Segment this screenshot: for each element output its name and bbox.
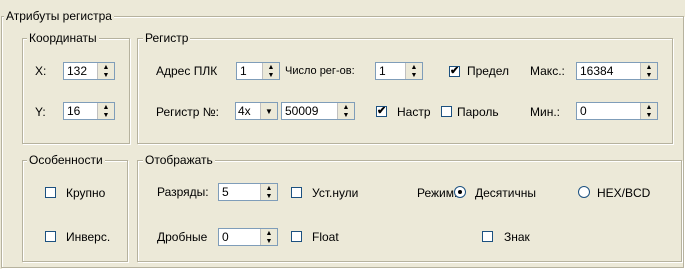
plc-address-value[interactable]: 1 xyxy=(240,64,247,79)
spin-up-icon[interactable]: ▲ xyxy=(641,103,657,111)
register-title: Регистр xyxy=(143,31,191,45)
min-spinbox[interactable]: 0 ▲ ▼ xyxy=(576,102,658,120)
display-group xyxy=(137,160,682,262)
register-group xyxy=(137,38,673,144)
mode-label: Режим: xyxy=(417,186,458,200)
spin-up-icon[interactable]: ▲ xyxy=(261,229,277,237)
features-title: Особенности xyxy=(27,153,105,167)
limit-label[interactable]: Предел xyxy=(467,63,509,79)
reg-no-label: Регистр №: xyxy=(156,105,219,119)
limit-checkbox[interactable]: ✔ xyxy=(449,66,460,77)
spin-up-icon[interactable]: ▲ xyxy=(98,103,114,111)
spin-down-icon[interactable]: ▼ xyxy=(98,71,114,79)
fraction-value[interactable]: 0 xyxy=(222,230,229,245)
spin-up-icon[interactable]: ▲ xyxy=(338,103,354,111)
setup-checkbox[interactable]: ✔ xyxy=(376,106,387,117)
float-checkbox[interactable] xyxy=(291,231,302,242)
reg-count-label: Число рег-ов: xyxy=(285,65,355,77)
fraction-label: Дробные xyxy=(157,230,208,244)
sign-checkbox[interactable] xyxy=(482,231,493,242)
register-attributes-title: Атрибуты регистра xyxy=(4,9,114,23)
spin-up-icon[interactable]: ▲ xyxy=(406,63,422,71)
plc-address-label: Адрес ПЛК xyxy=(156,64,218,78)
spin-down-icon[interactable]: ▼ xyxy=(641,111,657,119)
spin-up-icon[interactable]: ▲ xyxy=(263,63,279,71)
min-value[interactable]: 0 xyxy=(580,104,587,119)
y-label: Y: xyxy=(35,105,46,119)
x-label: X: xyxy=(35,64,47,78)
spin-down-icon[interactable]: ▼ xyxy=(641,71,657,79)
min-label: Мин.: xyxy=(530,105,560,119)
reg-no-value[interactable]: 50009 xyxy=(285,104,318,119)
spin-down-icon[interactable]: ▼ xyxy=(406,71,422,79)
large-label[interactable]: Крупно xyxy=(66,185,105,201)
leading-zeros-checkbox[interactable] xyxy=(291,187,302,198)
digits-label: Разряды: xyxy=(157,185,209,199)
spin-down-icon[interactable]: ▼ xyxy=(338,111,354,119)
reg-type-combo[interactable]: 4x ▼ xyxy=(235,102,278,120)
password-checkbox[interactable] xyxy=(441,106,452,117)
large-checkbox[interactable] xyxy=(45,187,56,198)
coordinates-title: Координаты xyxy=(27,31,99,45)
spin-down-icon[interactable]: ▼ xyxy=(261,192,277,200)
features-group xyxy=(22,160,128,262)
inverse-label[interactable]: Инверс. xyxy=(66,229,110,245)
max-value[interactable]: 16384 xyxy=(580,64,613,79)
inverse-checkbox[interactable] xyxy=(45,231,56,242)
y-spinbox[interactable]: 16 ▲ ▼ xyxy=(63,102,115,120)
reg-count-value[interactable]: 1 xyxy=(379,64,386,79)
display-title: Отображать xyxy=(143,153,215,167)
spin-up-icon[interactable]: ▲ xyxy=(641,63,657,71)
spin-up-icon[interactable]: ▲ xyxy=(261,184,277,192)
digits-spinbox[interactable]: 5 ▲ ▼ xyxy=(218,183,278,201)
max-spinbox[interactable]: 16384 ▲ ▼ xyxy=(576,62,658,80)
reg-no-spinbox[interactable]: 50009 ▲ ▼ xyxy=(281,102,355,120)
chevron-down-icon[interactable]: ▼ xyxy=(260,103,277,119)
digits-value[interactable]: 5 xyxy=(222,185,229,200)
coordinates-group xyxy=(22,38,130,144)
fraction-spinbox[interactable]: 0 ▲ ▼ xyxy=(218,228,278,246)
decimal-label[interactable]: Десятичны xyxy=(475,185,536,201)
spin-down-icon[interactable]: ▼ xyxy=(98,111,114,119)
max-label: Макс.: xyxy=(530,64,565,78)
float-label[interactable]: Float xyxy=(312,229,339,245)
setup-label[interactable]: Настр xyxy=(397,104,431,120)
x-spinbox[interactable]: 132 ▲ ▼ xyxy=(63,62,115,80)
x-value[interactable]: 132 xyxy=(67,64,87,79)
leading-zeros-label[interactable]: Уст.нули xyxy=(312,185,358,201)
plc-address-spinbox[interactable]: 1 ▲ ▼ xyxy=(236,62,280,80)
hex-label[interactable]: HEX/BCD xyxy=(597,185,650,201)
password-label[interactable]: Пароль xyxy=(457,104,499,120)
spin-down-icon[interactable]: ▼ xyxy=(263,71,279,79)
reg-count-spinbox[interactable]: 1 ▲ ▼ xyxy=(375,62,423,80)
y-value[interactable]: 16 xyxy=(67,104,80,119)
sign-label[interactable]: Знак xyxy=(504,229,530,245)
spin-up-icon[interactable]: ▲ xyxy=(98,63,114,71)
spin-down-icon[interactable]: ▼ xyxy=(261,237,277,245)
hex-radio[interactable] xyxy=(578,186,590,198)
decimal-radio[interactable] xyxy=(454,186,466,198)
reg-type-value[interactable]: 4x xyxy=(238,104,251,119)
